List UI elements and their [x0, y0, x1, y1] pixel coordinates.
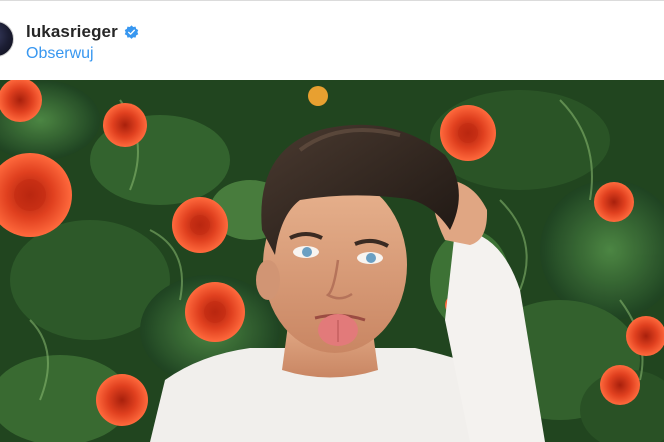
- post-header: lukasrieger Obserwuj: [0, 0, 664, 80]
- avatar[interactable]: [0, 21, 14, 57]
- post-photo-image: [0, 80, 664, 442]
- username[interactable]: lukasrieger: [26, 22, 118, 42]
- post-photo[interactable]: [0, 80, 664, 442]
- follow-button[interactable]: Obserwuj: [26, 45, 94, 63]
- username-row: lukasrieger: [26, 21, 139, 43]
- verified-badge-icon: [124, 24, 139, 39]
